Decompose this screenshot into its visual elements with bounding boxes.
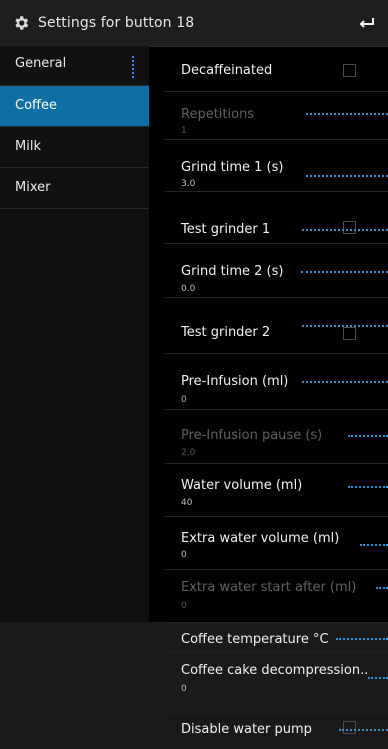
setting-extra-water-start[interactable]: Extra water start after (ml) 0 xyxy=(165,570,388,623)
sidebar-item-coffee[interactable]: Coffee xyxy=(0,86,149,127)
setting-test-grinder-1[interactable]: Test grinder 1 xyxy=(165,192,388,244)
setting-pre-infusion-pause[interactable]: Pre-Infusion pause (s) 2.0 xyxy=(165,410,388,464)
gear-icon xyxy=(10,12,32,34)
sidebar-item-general[interactable]: General xyxy=(0,46,149,86)
sidebar-item-mixer[interactable]: Mixer xyxy=(0,168,149,209)
setting-value: 0 xyxy=(181,684,187,694)
setting-value: 3.0 xyxy=(181,179,196,189)
setting-test-grinder-2[interactable]: Test grinder 2 xyxy=(165,298,388,354)
setting-repetitions[interactable]: Repetitions 1 xyxy=(165,92,388,140)
setting-label: Decaffeinated xyxy=(181,63,273,78)
setting-label: Pre-Infusion (ml) xyxy=(181,374,289,389)
title-bar: Settings for button 18 xyxy=(0,0,388,47)
sidebar-lower-background xyxy=(0,622,149,749)
focus-indicator xyxy=(376,587,388,589)
setting-label: Coffee cake decompression.. xyxy=(181,663,369,678)
setting-grind-time-2[interactable]: Grind time 2 (s) 0.0 xyxy=(165,244,388,298)
setting-label: Water volume (ml) xyxy=(181,478,303,493)
disable-water-pump-checkbox[interactable] xyxy=(343,721,356,734)
focus-indicator xyxy=(302,381,388,383)
setting-extra-water-volume[interactable]: Extra water volume (ml) 0 xyxy=(165,517,388,570)
setting-disable-water-pump[interactable]: Disable water pump xyxy=(165,714,388,749)
setting-water-volume[interactable]: Water volume (ml) 40 xyxy=(165,464,388,517)
setting-value: 0 xyxy=(181,550,187,560)
setting-label: Disable water pump xyxy=(181,722,312,737)
focus-indicator xyxy=(132,56,134,78)
setting-value: 0.0 xyxy=(181,284,196,294)
sidebar-item-milk[interactable]: Milk xyxy=(0,127,149,168)
test-grinder-1-checkbox[interactable] xyxy=(343,221,356,234)
decaffeinated-checkbox[interactable] xyxy=(343,64,356,77)
setting-label: Grind time 2 (s) xyxy=(181,264,284,279)
focus-indicator xyxy=(301,271,388,273)
setting-coffee-temperature[interactable]: Coffee temperature °C xyxy=(165,623,388,653)
sidebar-item-label: Milk xyxy=(15,139,41,154)
setting-label: Coffee temperature °C xyxy=(181,632,329,647)
setting-label: Extra water start after (ml) xyxy=(181,580,357,595)
setting-label: Pre-Infusion pause (s) xyxy=(181,428,323,443)
setting-decaffeinated[interactable]: Decaffeinated xyxy=(165,46,388,92)
focus-indicator xyxy=(348,435,388,437)
setting-value: 40 xyxy=(181,498,193,508)
focus-indicator xyxy=(302,229,388,231)
focus-indicator xyxy=(336,638,388,640)
focus-indicator xyxy=(302,325,388,327)
settings-list: Decaffeinated Repetitions 1 Grind time 1… xyxy=(165,46,388,749)
setting-label: Extra water volume (ml) xyxy=(181,531,340,546)
focus-indicator xyxy=(348,486,388,488)
back-arrow-icon[interactable] xyxy=(356,12,378,34)
sidebar-item-label: Mixer xyxy=(15,180,51,195)
focus-indicator xyxy=(306,175,388,177)
setting-value: 2.0 xyxy=(181,448,196,458)
setting-label: Repetitions xyxy=(181,107,255,122)
setting-value: 0 xyxy=(181,395,187,405)
setting-label: Test grinder 2 xyxy=(181,325,271,340)
focus-indicator xyxy=(306,113,388,115)
setting-value: 0 xyxy=(181,601,187,611)
focus-indicator xyxy=(339,729,388,731)
setting-coffee-cake-decompression[interactable]: Coffee cake decompression.. 0 xyxy=(165,653,388,714)
setting-label: Grind time 1 (s) xyxy=(181,160,284,175)
setting-label: Test grinder 1 xyxy=(181,222,271,237)
setting-pre-infusion[interactable]: Pre-Infusion (ml) 0 xyxy=(165,354,388,410)
focus-indicator xyxy=(360,544,388,546)
page-title: Settings for button 18 xyxy=(38,15,195,31)
setting-grind-time-1[interactable]: Grind time 1 (s) 3.0 xyxy=(165,140,388,192)
setting-value: 1 xyxy=(181,126,187,136)
test-grinder-2-checkbox[interactable] xyxy=(343,327,356,340)
sidebar-item-label: General xyxy=(15,56,67,71)
focus-indicator xyxy=(368,677,388,679)
sidebar-item-label: Coffee xyxy=(15,98,57,113)
